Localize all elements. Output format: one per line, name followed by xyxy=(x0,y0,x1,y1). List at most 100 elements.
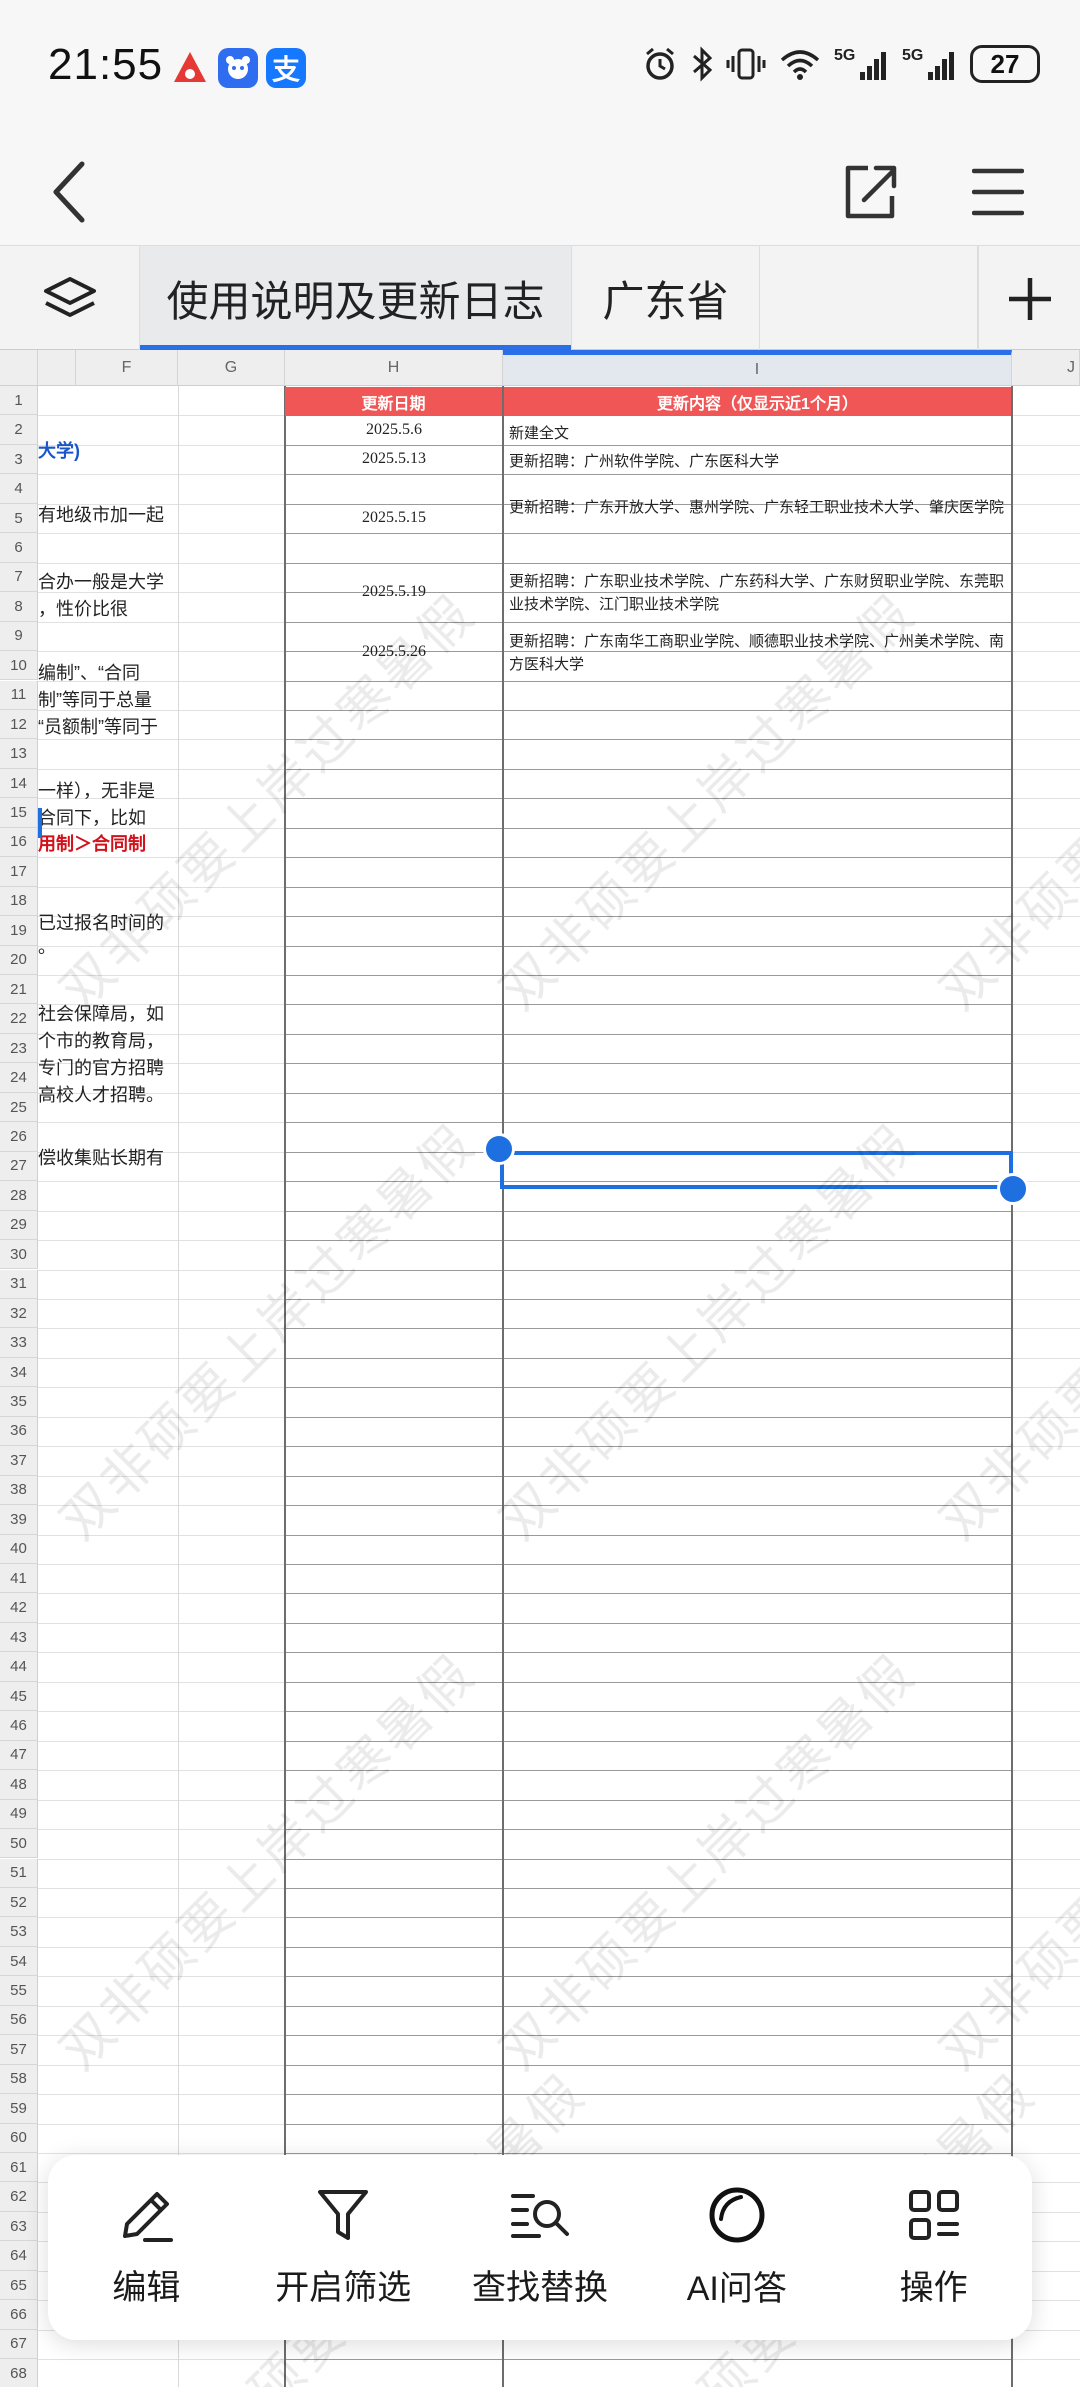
row-header[interactable]: 40 xyxy=(0,1534,38,1564)
row-header[interactable]: 53 xyxy=(0,1917,38,1947)
cell-f-text[interactable]: 社会保障局，如 xyxy=(38,1001,178,1028)
row-header[interactable]: 31 xyxy=(0,1269,38,1299)
row-header[interactable]: 1 xyxy=(0,386,38,416)
row-header[interactable]: 25 xyxy=(0,1092,38,1123)
log-date-cell[interactable]: 2025.5.6 xyxy=(285,416,503,444)
log-content-cell[interactable]: 更新招聘：广东职业技术学院、广东药科大学、广东财贸职业学院、东莞职业技术学院、江… xyxy=(509,568,1009,616)
row-header[interactable]: 4 xyxy=(0,474,38,504)
row-header[interactable]: 52 xyxy=(0,1887,38,1918)
row-header[interactable]: 47 xyxy=(0,1740,38,1771)
header-cell-date[interactable]: 更新日期 xyxy=(285,387,502,416)
row-header[interactable]: 17 xyxy=(0,857,38,887)
cell-f-text[interactable]: 制”等同于总量 xyxy=(38,687,178,714)
cell-selection-box[interactable] xyxy=(500,1151,1013,1189)
row-header[interactable]: 27 xyxy=(0,1151,38,1182)
row-header[interactable]: 3 xyxy=(0,444,38,475)
row-header[interactable]: 33 xyxy=(0,1328,38,1358)
row-header[interactable]: 29 xyxy=(0,1210,38,1241)
row-header[interactable]: 46 xyxy=(0,1711,38,1741)
row-header[interactable]: 15 xyxy=(0,798,38,828)
row-header[interactable]: 66 xyxy=(0,2300,38,2330)
row-header[interactable]: 23 xyxy=(0,1033,38,1064)
row-header[interactable]: 14 xyxy=(0,768,38,799)
row-header[interactable]: 48 xyxy=(0,1770,38,1800)
cell-f-text[interactable]: 个市的教育局， xyxy=(38,1028,178,1055)
row-header[interactable]: 61 xyxy=(0,2153,38,2183)
row-header[interactable]: 11 xyxy=(0,680,38,710)
back-button[interactable] xyxy=(25,147,115,237)
log-date-cell[interactable]: 2025.5.13 xyxy=(285,444,503,473)
row-header[interactable]: 50 xyxy=(0,1829,38,1859)
cell-f-text[interactable]: 偿收集贴长期有 xyxy=(38,1145,178,1172)
row-header[interactable]: 32 xyxy=(0,1298,38,1329)
row-header[interactable]: 63 xyxy=(0,2211,38,2242)
row-header[interactable]: 51 xyxy=(0,1858,38,1888)
row-header[interactable]: 28 xyxy=(0,1181,38,1211)
row-header[interactable]: 37 xyxy=(0,1446,38,1476)
row-header[interactable]: 54 xyxy=(0,1946,38,1977)
row-header[interactable]: 5 xyxy=(0,503,38,534)
tab-instructions-log[interactable]: 使用说明及更新日志 xyxy=(140,246,572,351)
row-header[interactable]: 20 xyxy=(0,945,38,975)
ai-qa-button[interactable]: AI问答 xyxy=(647,2185,827,2310)
cell-f-text[interactable]: 专门的官方招聘 xyxy=(38,1055,178,1082)
filter-button[interactable]: 开启筛选 xyxy=(253,2186,433,2309)
row-header[interactable]: 56 xyxy=(0,2005,38,2036)
column-header-h[interactable]: H xyxy=(285,350,503,386)
row-header[interactable]: 8 xyxy=(0,592,38,622)
row-header[interactable]: 42 xyxy=(0,1593,38,1623)
cell-f-text[interactable]: 大学) xyxy=(38,438,178,465)
row-header[interactable]: 30 xyxy=(0,1240,38,1270)
row-header[interactable]: 26 xyxy=(0,1122,38,1152)
row-header[interactable]: 16 xyxy=(0,827,38,858)
menu-button[interactable] xyxy=(953,147,1043,237)
row-header[interactable]: 13 xyxy=(0,739,38,769)
row-header[interactable]: 10 xyxy=(0,651,38,681)
row-header[interactable]: 49 xyxy=(0,1799,38,1830)
column-header-f[interactable]: F xyxy=(76,350,178,386)
row-header[interactable]: 22 xyxy=(0,1004,38,1034)
find-replace-button[interactable]: 查找替换 xyxy=(450,2186,630,2309)
cell-f-text[interactable]: 一样），无非是 xyxy=(38,778,178,805)
cell-f-text[interactable]: 已过报名时间的 xyxy=(38,910,178,937)
actions-button[interactable]: 操作 xyxy=(844,2186,1024,2309)
cell-f-text[interactable]: 用制＞合同制 xyxy=(38,831,178,858)
row-header[interactable]: 44 xyxy=(0,1652,38,1682)
row-header[interactable]: 57 xyxy=(0,2035,38,2065)
row-header[interactable]: 19 xyxy=(0,916,38,946)
log-date-cell[interactable]: 2025.5.26 xyxy=(285,622,503,682)
row-header[interactable]: 62 xyxy=(0,2182,38,2212)
row-header[interactable]: 41 xyxy=(0,1564,38,1594)
selection-handle-end[interactable] xyxy=(997,1173,1029,1205)
share-button[interactable] xyxy=(825,147,915,237)
add-sheet-button[interactable] xyxy=(978,246,1080,351)
row-header[interactable]: 18 xyxy=(0,886,38,917)
log-content-cell[interactable]: 更新招聘：广东开放大学、惠州学院、广东轻工职业技术大学、肇庆医学院 xyxy=(509,494,1009,519)
row-header[interactable]: 2 xyxy=(0,415,38,445)
selection-handle-start[interactable] xyxy=(483,1133,515,1165)
log-content-cell[interactable]: 更新招聘：广东南华工商职业学院、顺德职业技术学院、广州美术学院、南方医科大学 xyxy=(509,628,1009,676)
row-header[interactable]: 12 xyxy=(0,709,38,740)
row-header[interactable]: 60 xyxy=(0,2123,38,2153)
cell-f-text[interactable]: 。 xyxy=(38,934,178,961)
cell-f-text[interactable]: “员额制”等同于 xyxy=(38,714,178,741)
cell-f-text[interactable]: 编制”、“合同 xyxy=(38,660,178,687)
spreadsheet-grid[interactable]: F G H I J 1 2 3 4 5 6 7 8 9 10 11 12 13 14 15 16 17 18 19 2… xyxy=(0,350,1080,2387)
row-header[interactable]: 7 xyxy=(0,562,38,593)
row-header[interactable]: 58 xyxy=(0,2064,38,2095)
row-header[interactable]: 9 xyxy=(0,621,38,652)
row-header[interactable]: 34 xyxy=(0,1357,38,1388)
log-content-cell[interactable]: 更新招聘：广州软件学院、广东医科大学 xyxy=(509,448,1009,473)
log-content-cell[interactable]: 新建全文 xyxy=(509,420,1009,445)
row-header[interactable]: 59 xyxy=(0,2094,38,2124)
row-header[interactable]: 67 xyxy=(0,2329,38,2360)
row-header[interactable]: 35 xyxy=(0,1387,38,1417)
row-header[interactable]: 39 xyxy=(0,1505,38,1535)
row-header[interactable]: 65 xyxy=(0,2270,38,2301)
corner-cell[interactable] xyxy=(0,350,38,386)
cell-f-text[interactable]: ，性价比很 xyxy=(38,596,178,623)
row-header[interactable]: 6 xyxy=(0,533,38,563)
row-header[interactable]: 45 xyxy=(0,1681,38,1712)
header-cell-content[interactable]: 更新内容（仅显示近1个月） xyxy=(504,387,1011,416)
cell-f-text[interactable]: 合同下，比如 xyxy=(38,805,178,832)
